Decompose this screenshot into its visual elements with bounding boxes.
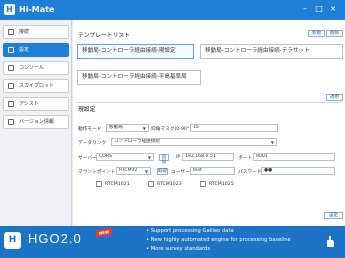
hgo-logo-icon: H: [4, 232, 21, 249]
ip-input[interactable]: 192.168.0.51: [182, 153, 234, 161]
settings-icon: [8, 47, 14, 53]
sidebar-item-label: 接続: [19, 29, 30, 35]
template-list-title: テンプレートリスト: [78, 33, 130, 39]
server-label: サーバー: [78, 156, 97, 161]
app-window: H Hi-Mate – □ × 接続 設定 コンソール スカイプロット アシスト…: [0, 0, 345, 258]
new-badge: NEW: [95, 227, 113, 238]
rtcm1023-label: RTCM1023: [157, 182, 182, 187]
get-mountpoint-button[interactable]: 取得: [157, 168, 168, 175]
promo-banner[interactable]: H HGO2.0 NEW • Support processing Galile…: [0, 226, 345, 258]
settings-panel: テンプレートリスト 新規 削除 移動局-コントローラ経由接続-現設定 移動局-コ…: [73, 20, 345, 226]
work-mode-select[interactable]: 移動局 ▼: [106, 124, 149, 132]
datalink-select[interactable]: コントローラ経由接続 ▼: [111, 138, 277, 146]
ip-label: IP: [176, 155, 181, 160]
title-bar: H Hi-Mate – □ ×: [0, 0, 345, 20]
elevation-mask-input[interactable]: 15: [190, 124, 278, 132]
new-template-button[interactable]: 新規: [308, 30, 325, 37]
rtcm1023-checkbox[interactable]: [148, 181, 154, 187]
mountpoint-select[interactable]: RTCM32 ▼: [116, 167, 151, 175]
work-mode-label: 動作モード: [78, 127, 102, 132]
chevron-down-icon: ▼: [147, 155, 151, 160]
sidebar-item-label: 設定: [19, 47, 30, 53]
sidebar-item-label: バージョン情報: [19, 119, 54, 125]
app-logo-icon: H: [4, 4, 15, 15]
template-hirashima[interactable]: 移動局-コントローラ経由接続-平島基準局: [77, 70, 201, 85]
elevation-mask-label: 仰角マスク(0-90°): [151, 127, 192, 132]
chevron-down-icon: ▼: [270, 140, 274, 145]
datalink-label: データリンク: [78, 141, 107, 146]
sidebar-item-label: スカイプロット: [19, 83, 55, 89]
template-terrasat[interactable]: 移動局-コントローラ経由接続-テラサット: [200, 44, 343, 59]
rtcm1025-label: RTCM1025: [209, 182, 234, 187]
assist-icon: [8, 101, 14, 107]
sidebar-item-connect[interactable]: 接続: [3, 25, 69, 39]
promo-bullet: • New highly automated engine for proces…: [146, 237, 291, 243]
promo-bullet: • Support processing Galileo data: [146, 228, 234, 234]
password-input[interactable]: ●●: [261, 167, 335, 175]
console-icon: [8, 65, 14, 71]
maximize-button[interactable]: □: [313, 3, 325, 15]
sidebar-item-label: アシスト: [19, 101, 39, 107]
username-input[interactable]: test: [190, 167, 235, 175]
current-settings-title: 現設定: [78, 107, 96, 113]
sidebar-item-assist[interactable]: アシスト: [3, 97, 69, 111]
info-icon: [8, 119, 14, 125]
server-select[interactable]: CORS ▼: [96, 153, 154, 161]
port-input[interactable]: 8001: [253, 153, 335, 161]
chevron-down-icon: ▼: [142, 126, 146, 131]
delete-template-button[interactable]: 削除: [326, 30, 343, 37]
pointing-hand-icon: [327, 236, 334, 247]
rtcm1021-label: RTCM1021: [105, 182, 130, 187]
minimize-button[interactable]: –: [299, 3, 311, 15]
set-button[interactable]: 設定: [324, 212, 343, 219]
sidebar-item-skyplot[interactable]: スカイプロット: [3, 79, 69, 93]
sidebar-item-console[interactable]: コンソール: [3, 61, 69, 75]
sidebar-item-settings[interactable]: 設定: [3, 43, 69, 57]
promo-bullet: • More survey standards: [146, 246, 211, 252]
connect-icon: [8, 29, 14, 35]
port-label: ポート: [238, 156, 253, 161]
mountpoint-label: マウントポイント: [78, 170, 116, 175]
sidebar-item-version[interactable]: バージョン情報: [3, 115, 69, 129]
password-label: パスワード: [238, 170, 262, 175]
add-server-button[interactable]: 追加: [159, 154, 169, 165]
section-divider: [76, 102, 342, 103]
template-current[interactable]: 移動局-コントローラ経由接続-現設定: [77, 44, 194, 59]
close-button[interactable]: ×: [327, 3, 339, 15]
app-title: Hi-Mate: [19, 5, 55, 14]
rtcm1025-checkbox[interactable]: [200, 181, 206, 187]
rtcm1021-checkbox[interactable]: [96, 181, 102, 187]
sidebar-item-label: コンソール: [19, 65, 45, 71]
apply-template-button[interactable]: 適用: [326, 94, 343, 101]
chevron-down-icon: ▼: [144, 169, 148, 174]
sidebar: 接続 設定 コンソール スカイプロット アシスト バージョン情報: [0, 20, 72, 226]
promo-product: HGO2.0: [28, 231, 82, 246]
skyplot-icon: [8, 83, 14, 89]
